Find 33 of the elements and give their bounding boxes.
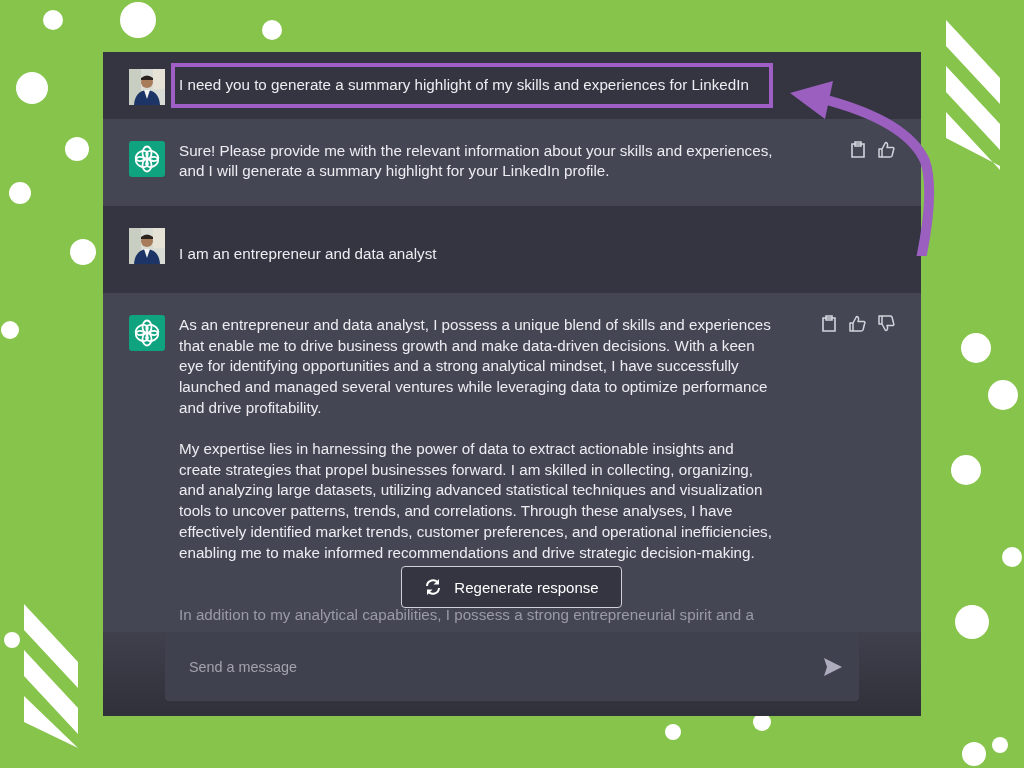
dot [4, 632, 20, 648]
dot [988, 380, 1018, 410]
dot [962, 742, 986, 766]
dot [262, 20, 282, 40]
thumbs-up-icon[interactable] [849, 314, 866, 332]
dot [951, 455, 981, 485]
dot [1, 321, 19, 339]
regenerate-button[interactable]: Regenerate response [401, 566, 622, 608]
assistant-avatar-icon [129, 140, 165, 177]
dot [70, 239, 96, 265]
dot [120, 2, 156, 38]
dot [961, 333, 991, 363]
clipboard-icon[interactable] [850, 140, 866, 158]
send-icon[interactable] [823, 656, 843, 677]
dot [665, 724, 681, 740]
message-text: Sure! Please provide me with the relevant information about your skills and experiences, and I will generate a summary highlight for your LinkedIn profile. [179, 140, 774, 182]
dot [9, 182, 31, 204]
message-text: I need you to generate a summary highlight of my skills and experiences for LinkedIn [179, 75, 749, 95]
dot [955, 605, 989, 639]
dot [43, 10, 63, 30]
dot [1002, 547, 1022, 567]
refresh-icon [424, 578, 443, 596]
dot [65, 137, 89, 161]
assistant-avatar-icon [129, 314, 165, 351]
thumbs-up-icon[interactable] [878, 140, 895, 158]
message-text: As an entrepreneur and data analyst, I possess a unique blend of skills and experiences that enable me to drive business growth and make data-driven decisions. With a keen eye for identifying opportunities and a strong analytical mindset, I have successfully launched and managed several ventures while leveraging data to optimize performance and drive profitability. [179, 314, 772, 418]
message-text: My expertise lies in harnessing the power of data to extract actionable insights and create strategies that propel businesses forward. I am skilled in collecting, organizing, and analyzing large datasets, utilizing advanced statistical techniques and visualization tools to uncover patterns, trends, and correlations. Through these analyses, I have effectively identified market trends, customer preferences, and operational inefficiencies, enabling me to make informed recommendations and drive strategic decision-making. [179, 439, 773, 563]
message-input[interactable]: Send a message [187, 657, 823, 676]
dot [992, 737, 1008, 753]
thumbs-down-icon[interactable] [878, 314, 895, 332]
clipboard-icon[interactable] [821, 314, 837, 332]
dot [16, 72, 48, 104]
message-text: I am an entrepreneur and data analyst [179, 244, 437, 265]
